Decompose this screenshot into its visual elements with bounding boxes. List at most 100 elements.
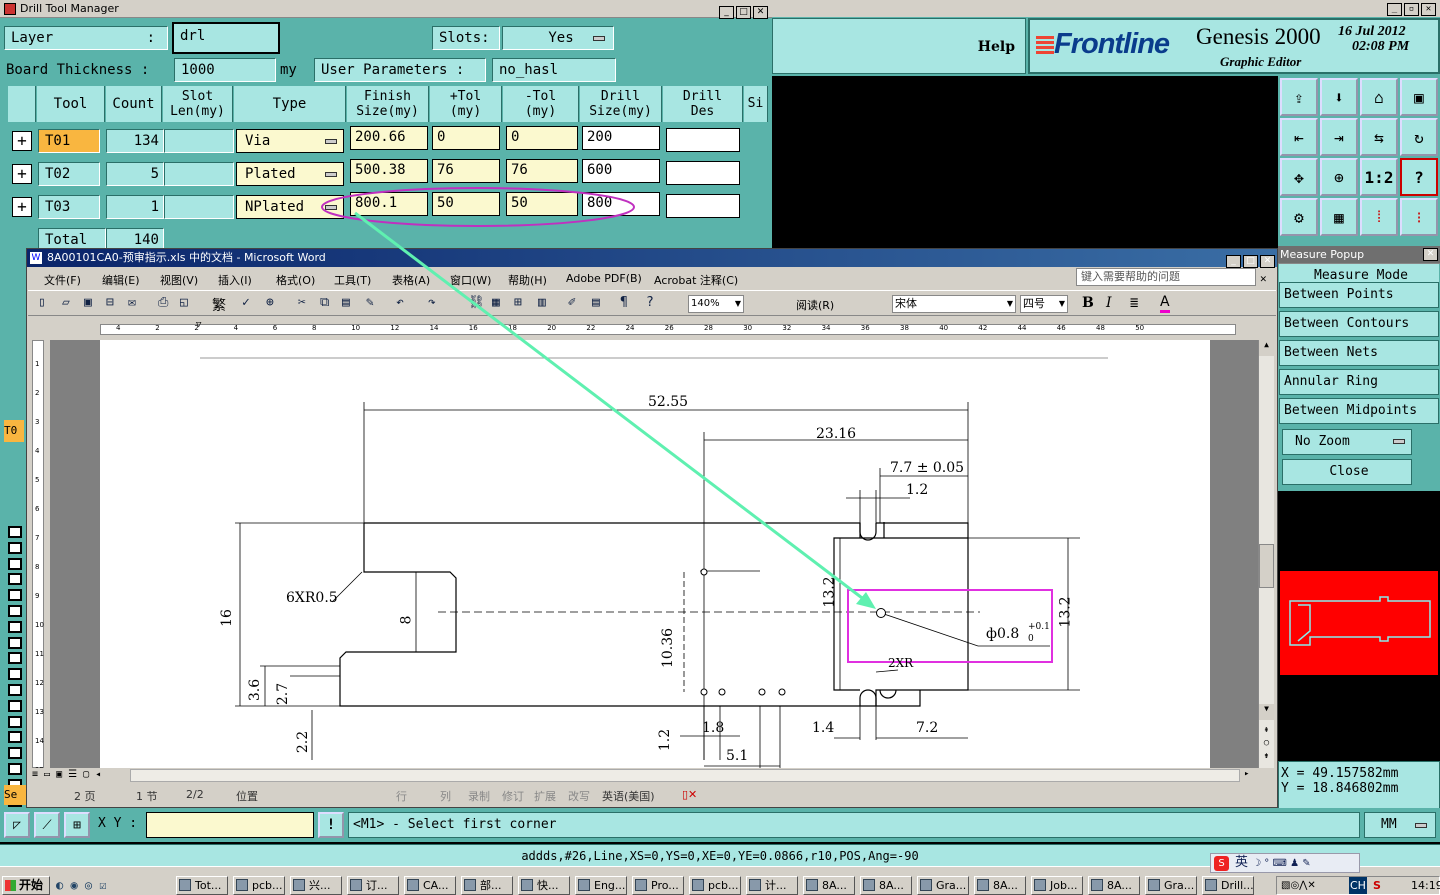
slots-select[interactable]: Yes [502,26,614,50]
sogou-tray-icon[interactable]: S [1373,877,1381,894]
taskbar-item[interactable]: CA... [404,876,456,895]
layer-toggle-icon[interactable] [8,557,22,570]
drawing-icon[interactable]: ✐ [568,295,576,310]
move-left-icon[interactable]: ⇤ [1280,118,1318,156]
layer-toggle-icon[interactable] [8,699,22,712]
option-between-nets[interactable]: Between Nets [1279,340,1439,366]
help-button[interactable]: Help [978,39,1015,55]
taskbar-item[interactable]: Tot... [176,876,228,895]
layer-toggle-icon[interactable] [8,541,22,554]
help-icon[interactable]: ? [1400,158,1438,196]
layer-toggle-icon[interactable] [8,747,22,760]
center-icon[interactable]: ⊕ [1320,158,1358,196]
grid-icon[interactable]: ▦ [1320,198,1358,236]
net-alt-icon[interactable]: ⁝ [1400,198,1438,236]
font-color-button[interactable]: A [1160,294,1170,313]
layer-toggle-icon[interactable] [8,620,22,633]
taskbar-item[interactable]: 订... [347,876,399,895]
download-icon[interactable]: ⬇ [1320,78,1358,116]
spell-check-icon[interactable]: ▯✕ [682,788,697,801]
home-icon[interactable]: ⌂ [1360,78,1398,116]
plus-tol-field[interactable]: 0 [432,126,500,150]
type-select[interactable]: Plated [236,162,344,186]
layer-toggle-icon[interactable] [8,636,22,649]
word-minimize-button[interactable]: _ [1226,255,1241,268]
taskbar-item[interactable]: 8A... [860,876,912,895]
tools-icon[interactable]: ⚙ [1280,198,1318,236]
type-select[interactable]: Via [236,129,344,153]
word-menu-item[interactable]: Adobe PDF(B) [566,272,642,285]
upload-icon[interactable]: ⇪ [1280,78,1318,116]
lang-indicator[interactable]: CH [1349,877,1367,894]
drill-size-field[interactable]: 800 [582,192,660,216]
taskbar-item[interactable]: Drill... [1202,876,1254,895]
layer-toggle-icon[interactable] [8,668,22,681]
ime-bar[interactable]: S 英 ☽ ° ⌨ ♟ ✎ [1210,853,1360,873]
layer-toggle-icon[interactable] [8,731,22,744]
tray-icons[interactable]: ▧◎⋀✕ [1281,877,1316,894]
permission-icon[interactable]: ⊟ [106,295,114,310]
quicklaunch-icons[interactable]: ◐ ◉ ◎ ☑ [56,878,107,892]
open-icon[interactable]: ▱ [62,295,70,310]
save-icon[interactable]: ▣ [84,295,92,310]
scroll-thumb[interactable] [1259,544,1274,588]
font-name-select[interactable]: 宋体 ▼ [892,295,1016,313]
align-icon[interactable]: ≣ [1130,295,1138,311]
font-size-select[interactable]: 四号 ▼ [1020,295,1068,313]
taskbar-item[interactable]: 部... [461,876,513,895]
print-icon[interactable]: ⎙ [158,295,168,310]
word-menu-item[interactable]: 格式(O) [276,272,315,288]
board-thickness-field[interactable]: 1000 [174,58,276,82]
copy-icon[interactable]: ⧉ [320,295,329,310]
taskbar-item[interactable]: Gra... [917,876,969,895]
close-button[interactable]: ✕ [753,6,768,19]
word-menu-item[interactable]: 帮助(H) [508,272,547,288]
taskbar-item[interactable]: Job... [1031,876,1083,895]
move-right-icon[interactable]: ⇥ [1320,118,1358,156]
table-icon[interactable]: ▦ [492,295,500,310]
layer-toggle-icon[interactable] [8,589,22,602]
measure-close-icon[interactable]: ✕ [1423,248,1438,261]
help-search[interactable]: 键入需要帮助的问题 [1076,268,1256,286]
layer-field[interactable]: drl [172,22,280,54]
scroll-right-icon[interactable]: ▸ [1244,769,1249,779]
layer-toggle-icon[interactable] [8,605,22,617]
drill-des-field[interactable] [666,194,740,218]
tool-cell[interactable]: T01 [38,129,100,153]
word-menu-item[interactable]: 工具(T) [334,272,371,288]
finish-size-field[interactable]: 800.1 [350,192,428,216]
taskbar-item[interactable]: 8A... [974,876,1026,895]
layer-toggle-icon[interactable] [8,526,22,538]
word-menu-item[interactable]: 表格(A) [392,272,430,288]
graphic-canvas[interactable] [772,76,1278,246]
drill-des-field[interactable] [666,161,740,185]
italic-button[interactable]: I [1106,295,1112,311]
redo-icon[interactable]: ↷ [428,295,436,310]
genesis-close-button[interactable]: ✕ [1421,3,1436,16]
units-select[interactable]: MM [1364,812,1436,838]
layer-toggle-icon[interactable] [8,715,22,728]
taskbar-item[interactable]: 计... [746,876,798,895]
layer-toggle-icon[interactable] [8,652,22,665]
email-icon[interactable]: ✉ [128,295,136,310]
maximize-button[interactable]: □ [736,6,751,19]
window-icon[interactable]: ▣ [1400,78,1438,116]
docmap-icon[interactable]: ▤ [592,295,600,310]
preview-icon[interactable]: ◱ [180,295,188,310]
finish-size-field[interactable]: 200.66 [350,126,428,150]
scale-ratio-button[interactable]: 1:2 [1360,158,1398,196]
word-menu-item[interactable]: Acrobat 注释(C) [654,272,738,288]
word-menu-item[interactable]: 文件(F) [44,272,81,288]
zoom-select-word[interactable]: 140% ▼ [688,295,744,313]
show-hide-icon[interactable]: ¶ [620,295,628,310]
option-between-midpoints[interactable]: Between Midpoints [1279,398,1439,424]
hyperlink-icon[interactable]: ⛓ [468,295,485,310]
hscroll-track[interactable] [130,769,1240,782]
genesis-minimize-button[interactable]: _ [1387,3,1402,16]
layer-toggle-icon[interactable] [8,763,22,775]
taskbar-item[interactable]: 8A... [1088,876,1140,895]
minimize-button[interactable]: _ [719,6,734,19]
fit-icon[interactable]: ✥ [1280,158,1318,196]
word-menu-item[interactable]: 窗口(W) [450,272,491,288]
zoom-select[interactable]: No Zoom [1282,429,1412,455]
